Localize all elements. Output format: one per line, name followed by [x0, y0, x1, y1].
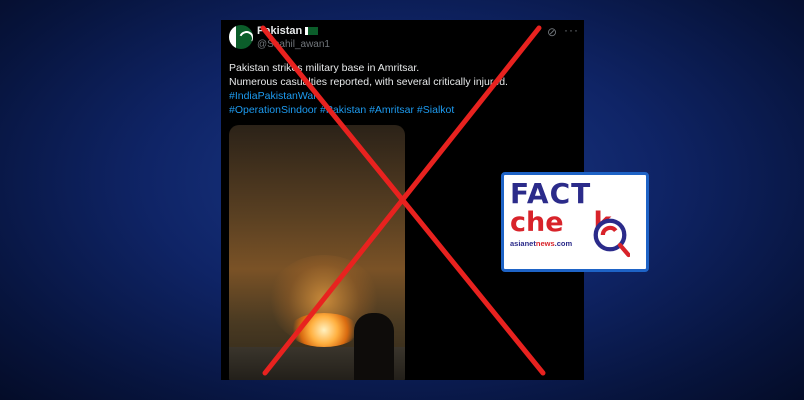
magnifier-icon: [593, 218, 630, 258]
red-cross-mark: [260, 25, 546, 376]
brand-logo: asianetnews.com: [510, 239, 573, 248]
fact-text: FACT: [510, 177, 592, 210]
fact-check-badge: FACT chek asianetnews.com: [501, 172, 649, 272]
fact-check-graphic: Pakistan @Shahil_awan1 ⊘ ··· Pakistan st…: [0, 0, 804, 400]
